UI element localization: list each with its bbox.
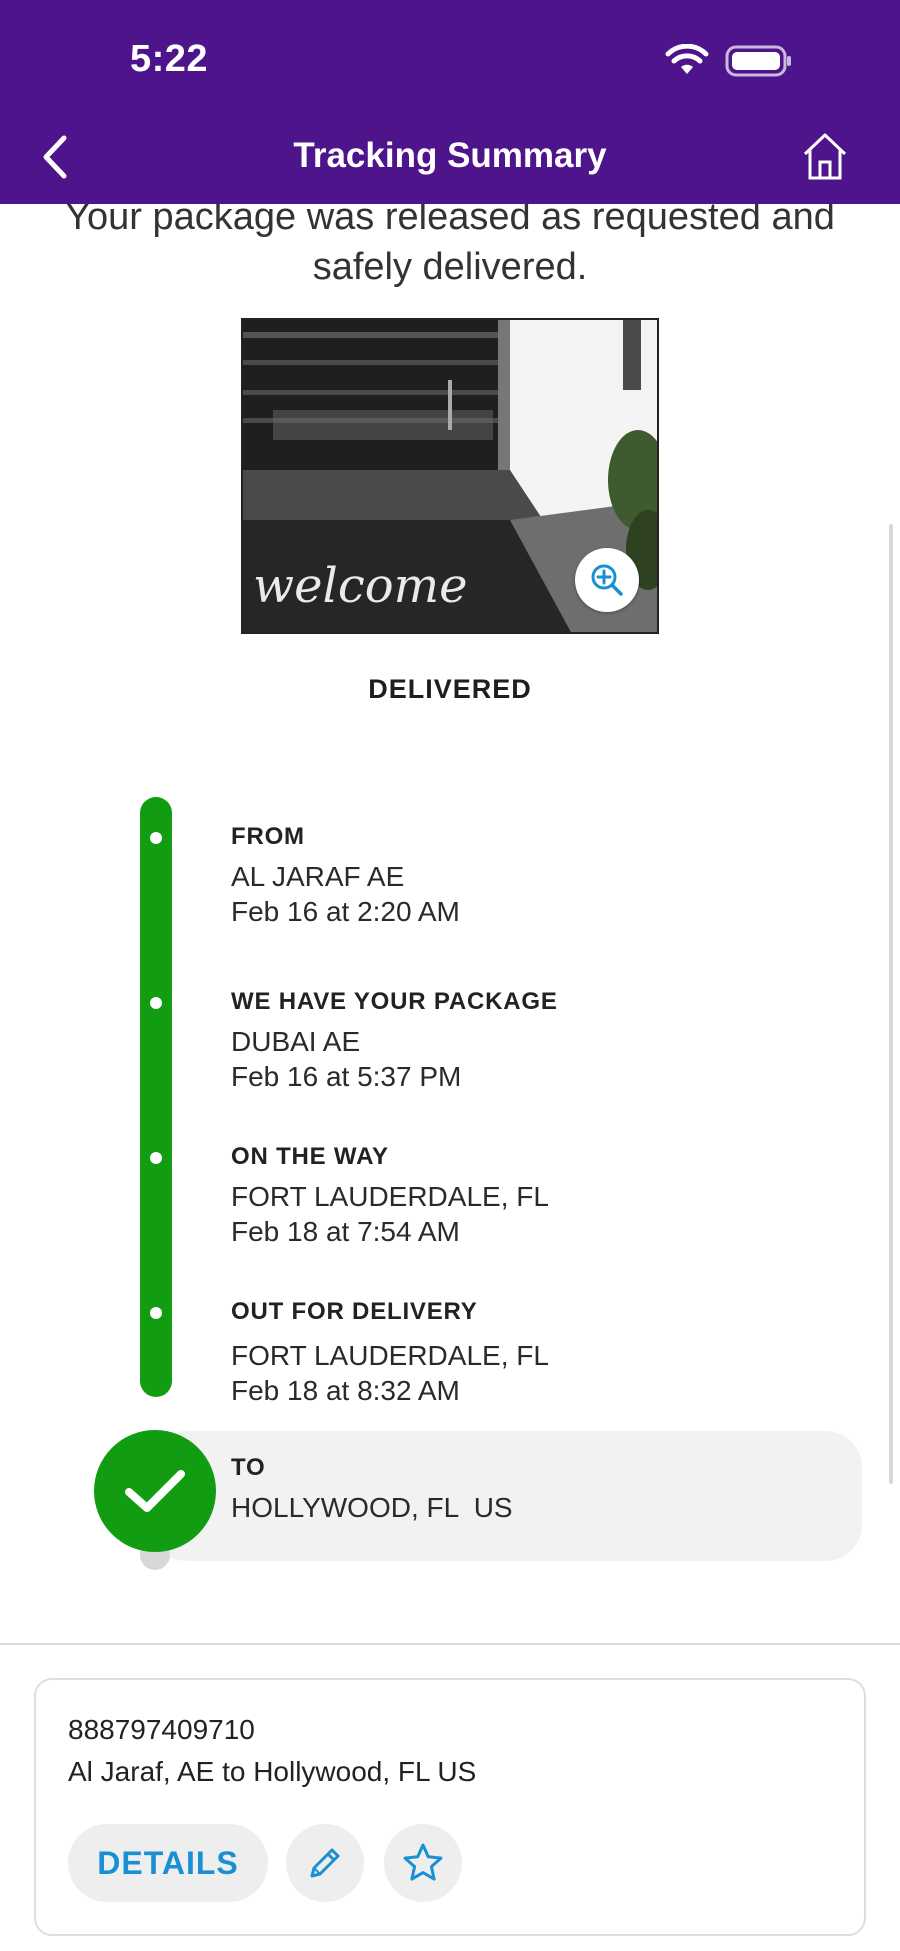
timeline-event-from: FROM AL JARAF AE Feb 16 at 2:20 AM [231, 823, 831, 929]
event-time: Feb 18 at 7:54 AM [231, 1216, 460, 1247]
timeline-dot [150, 1152, 162, 1164]
mat-text: welcome [253, 558, 468, 614]
event-location: FORT LAUDERDALE, FL [231, 1181, 549, 1212]
wifi-icon [665, 44, 709, 74]
event-time: Feb 18 at 8:32 AM [231, 1375, 460, 1406]
event-location: FORT LAUDERDALE, FL [231, 1340, 549, 1371]
page-title: Tracking Summary [293, 136, 607, 175]
timeline-event-out-for-delivery: OUT FOR DELIVERY FORT LAUDERDALE, FL Feb… [231, 1298, 831, 1408]
tracking-number: 888797409710 [68, 1714, 255, 1745]
timeline-dot [150, 1307, 162, 1319]
delivered-check [94, 1430, 216, 1552]
event-title: ON THE WAY [231, 1143, 389, 1170]
scrollbar[interactable] [889, 524, 893, 1484]
timeline-event-on-the-way: ON THE WAY FORT LAUDERDALE, FL Feb 18 at… [231, 1143, 831, 1249]
favorite-button[interactable] [384, 1824, 462, 1902]
timeline-event-to: TO HOLLYWOOD, FL US [231, 1454, 831, 1525]
timeline-event-received: WE HAVE YOUR PACKAGE DUBAI AE Feb 16 at … [231, 988, 831, 1094]
event-location: DUBAI AE [231, 1026, 361, 1057]
details-button[interactable]: DETAILS [68, 1824, 268, 1902]
shipment-card: 888797409710 Al Jaraf, AE to Hollywood, … [34, 1678, 866, 1936]
timeline-dot [150, 832, 162, 844]
header: 5:22 Tracking Summary [0, 0, 900, 204]
event-location: HOLLYWOOD, FL US [231, 1492, 513, 1523]
status-time: 5:22 [130, 38, 209, 80]
shipment-route: Al Jaraf, AE to Hollywood, FL US [68, 1756, 477, 1787]
event-location: AL JARAF AE [231, 861, 405, 892]
star-icon [403, 1843, 443, 1881]
checkmark-icon [125, 1470, 185, 1512]
tracking-scroll-area[interactable]: Your package was released as requested a… [0, 204, 900, 1644]
zoom-button[interactable] [575, 548, 639, 612]
pencil-icon [310, 1848, 340, 1878]
home-icon[interactable] [800, 130, 850, 182]
event-time: Feb 16 at 2:20 AM [231, 896, 460, 927]
zoom-in-icon [591, 564, 623, 596]
event-title: TO [231, 1454, 266, 1481]
timeline-dot [150, 997, 162, 1009]
battery-icon [725, 45, 791, 77]
event-title: WE HAVE YOUR PACKAGE [231, 988, 558, 1015]
event-time: Feb 16 at 5:37 PM [231, 1061, 462, 1092]
delivery-message: Your package was released as requested a… [65, 204, 835, 288]
delivery-status: DELIVERED [368, 674, 532, 704]
divider [0, 1643, 900, 1645]
event-title: OUT FOR DELIVERY [231, 1298, 478, 1325]
edit-button[interactable] [286, 1824, 364, 1902]
event-title: FROM [231, 823, 305, 850]
